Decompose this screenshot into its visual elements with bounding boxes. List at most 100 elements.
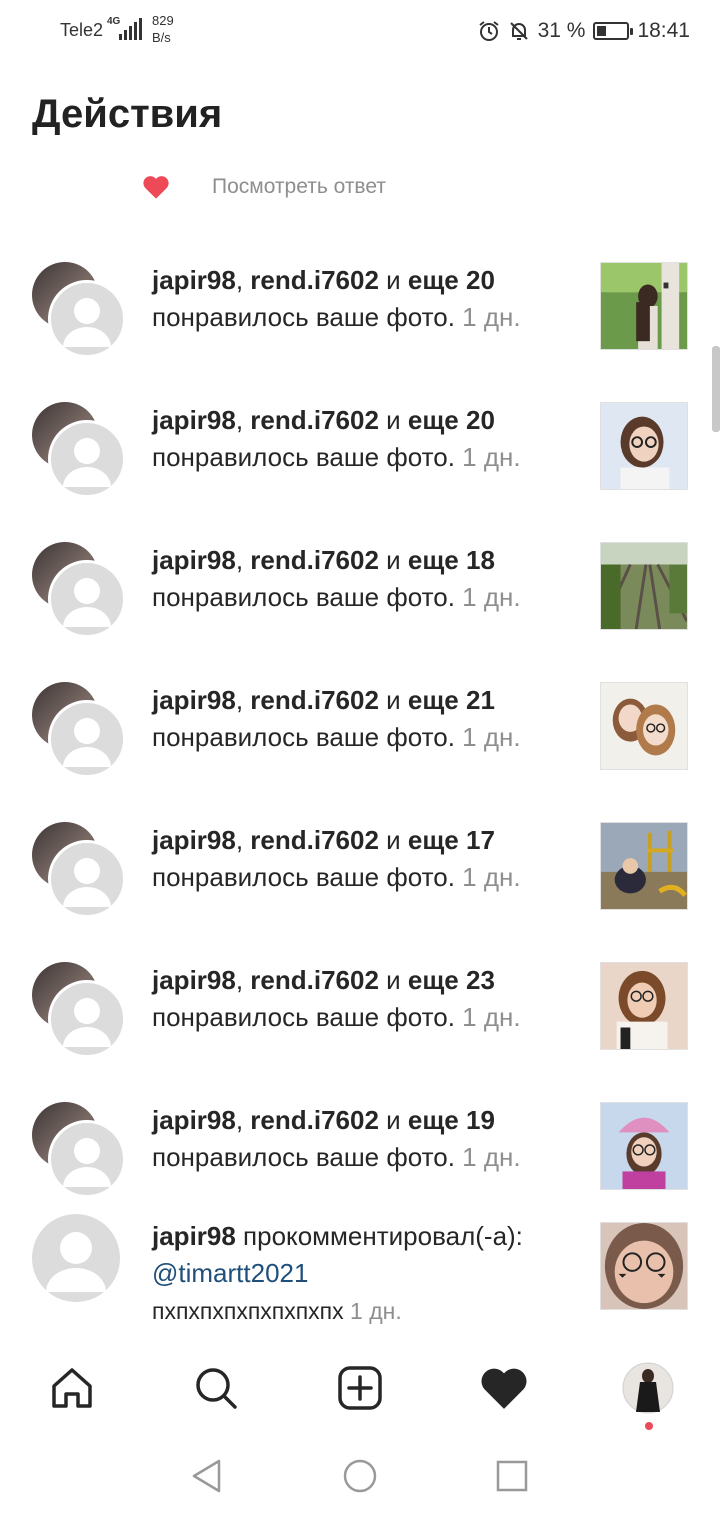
post-thumbnail[interactable] — [600, 1102, 688, 1190]
conjunction: и — [378, 265, 408, 295]
separator: , — [235, 965, 251, 995]
avatar-placeholder — [48, 700, 126, 778]
avatar-placeholder — [48, 840, 126, 918]
stacked-avatars[interactable] — [32, 262, 126, 358]
avatar-placeholder — [48, 420, 126, 498]
activity-text: japir98, rend.i7602 и еще 20 понравилось… — [152, 262, 572, 336]
timestamp: 1 дн. — [454, 1142, 521, 1172]
activity-text: japir98, rend.i7602 и еще 17 понравилось… — [152, 822, 572, 896]
username-link[interactable]: rend.i7602 — [250, 405, 379, 435]
activity-text: japir98, rend.i7602 и еще 18 понравилось… — [152, 542, 572, 616]
activity-row[interactable]: japir98, rend.i7602 и еще 17 понравилось… — [0, 800, 720, 940]
home-circle-icon[interactable] — [342, 1458, 378, 1494]
username-link[interactable]: japir98 — [152, 685, 236, 715]
avatar-placeholder — [48, 560, 126, 638]
action-text: понравилось ваше фото. — [152, 1142, 455, 1172]
post-thumbnail[interactable] — [600, 682, 688, 770]
username-link[interactable]: rend.i7602 — [250, 685, 379, 715]
clock: 18:41 — [637, 19, 690, 42]
post-thumbnail[interactable] — [600, 262, 688, 350]
timestamp: 1 дн. — [454, 302, 521, 332]
username-link[interactable]: japir98 — [152, 825, 236, 855]
post-thumbnail[interactable] — [600, 542, 688, 630]
view-reply-label: Посмотреть ответ — [212, 175, 386, 198]
nav-activity[interactable] — [478, 1362, 530, 1414]
separator: , — [235, 1105, 251, 1135]
username-link[interactable]: rend.i7602 — [250, 965, 379, 995]
stacked-avatars[interactable] — [32, 542, 126, 638]
username-link[interactable]: rend.i7602 — [250, 1105, 379, 1135]
username-link[interactable]: japir98 — [152, 405, 236, 435]
activity-text: japir98, rend.i7602 и еще 19 понравилось… — [152, 1102, 572, 1176]
activity-row[interactable]: japir98, rend.i7602 и еще 20 понравилось… — [0, 240, 720, 380]
avatar-placeholder — [48, 280, 126, 358]
comment-text: japir98 прокомментировал(-а): @timartt20… — [152, 1218, 572, 1330]
separator: , — [235, 825, 251, 855]
username-link[interactable]: japir98 — [152, 965, 236, 995]
post-thumbnail[interactable] — [600, 822, 688, 910]
action-text: понравилось ваше фото. — [152, 302, 455, 332]
post-thumbnail[interactable] — [600, 402, 688, 490]
nav-add-post[interactable] — [334, 1362, 386, 1414]
activity-row[interactable]: japir98, rend.i7602 и еще 21 понравилось… — [0, 660, 720, 800]
avatar-placeholder[interactable] — [32, 1214, 120, 1302]
username-link[interactable]: japir98 — [152, 1221, 236, 1251]
stacked-avatars[interactable] — [32, 822, 126, 918]
speed-unit: B/s — [152, 30, 171, 45]
username-link[interactable]: japir98 — [152, 545, 236, 575]
action-text: понравилось ваше фото. — [152, 582, 455, 612]
avatar-placeholder — [48, 1120, 126, 1198]
nav-profile[interactable] — [622, 1362, 674, 1414]
activity-row[interactable]: japir98, rend.i7602 и еще 18 понравилось… — [0, 520, 720, 660]
network-speed: 829 B/s — [152, 12, 174, 46]
others-count[interactable]: еще 20 — [408, 405, 495, 435]
others-count[interactable]: еще 23 — [408, 965, 495, 995]
add-post-icon — [338, 1366, 382, 1410]
activity-text: japir98, rend.i7602 и еще 23 понравилось… — [152, 962, 572, 1036]
person-icon — [63, 1138, 111, 1187]
avatar-placeholder — [48, 980, 126, 1058]
stacked-avatars[interactable] — [32, 682, 126, 778]
stacked-avatars[interactable] — [32, 962, 126, 1058]
username-link[interactable]: rend.i7602 — [250, 265, 379, 295]
conjunction: и — [378, 825, 408, 855]
username-link[interactable]: rend.i7602 — [250, 825, 379, 855]
timestamp: 1 дн. — [454, 442, 521, 472]
separator: , — [235, 685, 251, 715]
separator: , — [235, 545, 251, 575]
back-icon[interactable] — [190, 1458, 224, 1494]
battery-icon — [593, 22, 634, 40]
battery-percent: 31 % — [537, 19, 586, 42]
others-count[interactable]: еще 20 — [408, 265, 495, 295]
speed-value: 829 — [152, 13, 174, 28]
nav-search[interactable] — [190, 1362, 242, 1414]
stacked-avatars[interactable] — [32, 1102, 126, 1198]
stacked-avatars[interactable] — [32, 402, 126, 498]
username-link[interactable]: japir98 — [152, 1105, 236, 1135]
activity-row[interactable]: japir98, rend.i7602 и еще 19 понравилось… — [0, 1080, 720, 1220]
post-thumbnail[interactable] — [600, 1222, 688, 1310]
activity-row[interactable]: japir98, rend.i7602 и еще 23 понравилось… — [0, 940, 720, 1080]
username-link[interactable]: japir98 — [152, 265, 236, 295]
others-count[interactable]: еще 21 — [408, 685, 495, 715]
mute-bell-icon — [509, 22, 528, 40]
view-reply-link[interactable]: Посмотреть ответ — [142, 172, 386, 202]
scrollbar[interactable] — [712, 346, 720, 432]
others-count[interactable]: еще 18 — [408, 545, 495, 575]
carrier-name: Tele2 — [60, 20, 104, 40]
username-link[interactable]: rend.i7602 — [250, 545, 379, 575]
nav-home[interactable] — [46, 1362, 98, 1414]
mention-link[interactable]: @timartt2021 — [152, 1258, 308, 1288]
others-count[interactable]: еще 17 — [408, 825, 495, 855]
action-text: понравилось ваше фото. — [152, 722, 455, 752]
person-icon — [63, 858, 111, 907]
others-count[interactable]: еще 19 — [408, 1105, 495, 1135]
activity-row-comment[interactable]: japir98 прокомментировал(-а): @timartt20… — [0, 1214, 720, 1360]
conjunction: и — [378, 405, 408, 435]
conjunction: и — [378, 1105, 408, 1135]
conjunction: и — [378, 545, 408, 575]
conjunction: и — [378, 685, 408, 715]
activity-row[interactable]: japir98, rend.i7602 и еще 20 понравилось… — [0, 380, 720, 520]
recents-icon[interactable] — [496, 1460, 528, 1492]
post-thumbnail[interactable] — [600, 962, 688, 1050]
